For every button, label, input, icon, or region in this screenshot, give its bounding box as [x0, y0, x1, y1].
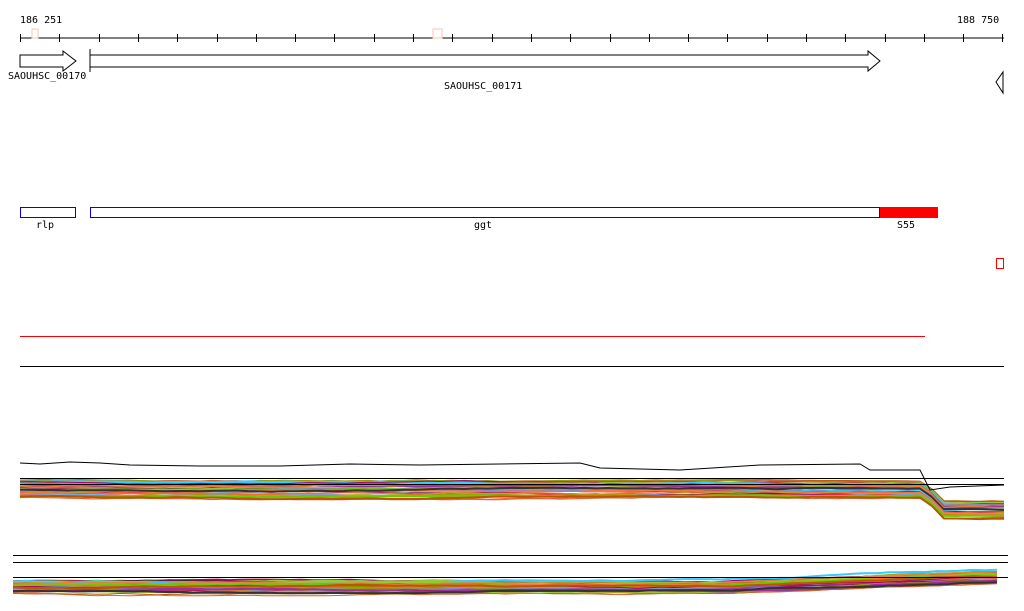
ruler-end-label: 188 750: [957, 15, 999, 26]
gene-label: SAOUHSC_00170: [8, 71, 86, 82]
feature-marker[interactable]: [996, 258, 1004, 269]
ruler: 186 251 188 750: [20, 15, 1004, 42]
gene-arrow[interactable]: [89, 49, 881, 73]
coverage-line: [19, 496, 1005, 520]
feature-S55[interactable]: [880, 207, 938, 218]
ruler-marker[interactable]: [31, 28, 39, 39]
ruler-marker[interactable]: [432, 28, 443, 39]
genome-browser-canvas: 186 251 188 750 SAOUHSC_00170 SAOUHSC_00…: [8, 15, 1008, 597]
coverage-panel-2: [12, 568, 1008, 597]
feature-track: rlp ggt S55: [20, 207, 1004, 269]
feature-label: rlp: [36, 220, 54, 231]
feature-rlp[interactable]: [20, 207, 76, 218]
feature-label: ggt: [474, 220, 492, 231]
feature-label: S55: [897, 220, 915, 231]
gene-track: SAOUHSC_00170 SAOUHSC_00171: [8, 49, 1004, 95]
gene-SAOUHSC_00171[interactable]: SAOUHSC_00171: [89, 49, 881, 92]
gene-SAOUHSC_00170[interactable]: SAOUHSC_00170: [8, 49, 86, 82]
coverage-panel-1: [19, 461, 1005, 521]
gene-arrow[interactable]: [19, 49, 77, 73]
ruler-start-label: 186 251: [20, 15, 62, 26]
gene-label: SAOUHSC_00171: [444, 81, 522, 92]
gene-arrow-reverse[interactable]: [995, 70, 1004, 95]
feature-ggt[interactable]: [90, 207, 880, 218]
